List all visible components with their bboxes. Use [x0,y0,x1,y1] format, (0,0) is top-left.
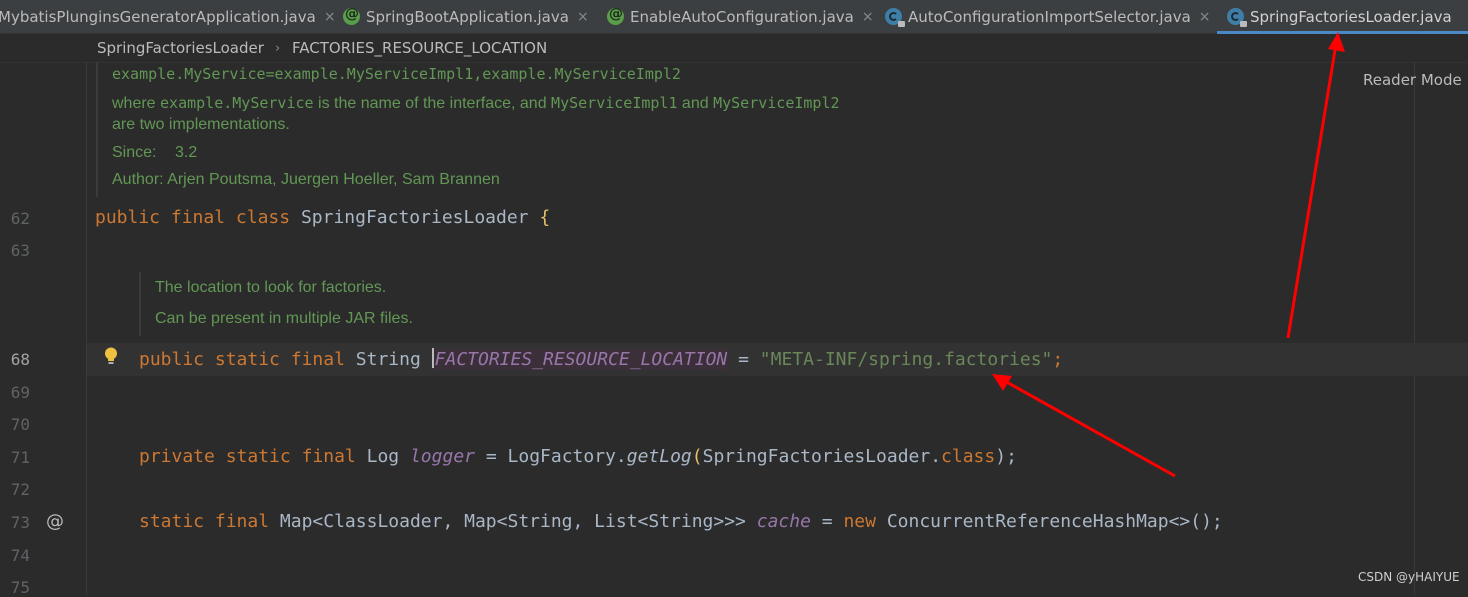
tab-mybatis-generator-application[interactable]: MybatisPlunginsGeneratorApplication.java… [0,0,336,33]
doc-where-line: where example.MyService is the name of t… [112,94,840,112]
tab-spring-factories-loader[interactable]: SpringFactoriesLoader.java [1227,0,1452,33]
tab-spring-boot-application[interactable]: SpringBootApplication.java × [343,0,589,33]
tab-label: SpringBootApplication.java [366,7,569,26]
gutter-separator [86,62,87,595]
doc-comment-bar [96,62,98,197]
reader-mode-toggle[interactable]: Reader Mode [1363,71,1462,89]
class-icon [885,8,905,27]
line-number: 62 [10,209,30,228]
breadcrumb: SpringFactoriesLoader › FACTORIES_RESOUR… [0,34,1468,63]
line-number: 63 [10,241,30,260]
arrow-to-string [992,374,1176,478]
arrow-to-tab [1286,32,1345,339]
line-number: 74 [10,546,30,565]
doc-since-label: Since: [112,144,157,161]
code-line-cache: static final Map<ClassLoader, Map<String… [139,511,1223,532]
breadcrumb-item-class[interactable]: SpringFactoriesLoader [97,39,264,57]
watermark: CSDN @yHAIYUE [1358,570,1460,584]
tab-auto-configuration-import-selector[interactable]: AutoConfigurationImportSelector.java × [885,0,1211,33]
code-line-factories-resource-location[interactable]: public static final String FACTORIES_RES… [139,348,1063,370]
tab-label: EnableAutoConfiguration.java [630,7,854,26]
tab-label: AutoConfigurationImportSelector.java [908,7,1191,26]
doc-field-line1: The location to look for factories. [155,279,387,296]
line-number: 70 [10,415,30,434]
close-icon[interactable]: × [862,9,874,25]
doc-author: Author: Arjen Poutsma, Juergen Hoeller, … [112,171,500,188]
annotation-arrows [992,32,1345,478]
editor-tab-bar: MybatisPlunginsGeneratorApplication.java… [0,0,1468,34]
doc-example-line: example.MyService=example.MyServiceImpl1… [112,65,681,83]
code-line-class-declaration: public final class SpringFactoriesLoader… [95,207,551,228]
class-icon [1227,8,1247,27]
spring-annotation-icon [607,6,624,25]
lightbulb-icon[interactable] [104,347,118,365]
close-icon[interactable]: × [577,9,589,25]
close-icon[interactable]: × [1199,9,1211,25]
tab-label: SpringFactoriesLoader.java [1250,7,1452,26]
line-number: 72 [10,480,30,499]
code-line-logger: private static final Log logger = LogFac… [139,446,1017,467]
doc-comment-bar [139,272,141,336]
line-number: 75 [10,578,30,597]
tab-enable-auto-configuration[interactable]: EnableAutoConfiguration.java × [607,0,874,33]
line-number: 73 [10,513,30,532]
doc-since-value: 3.2 [175,144,198,161]
text-caret [431,348,434,368]
breadcrumb-item-field[interactable]: FACTORIES_RESOURCE_LOCATION [292,39,547,57]
right-margin-guide [1414,62,1415,595]
tab-label: MybatisPlunginsGeneratorApplication.java [0,7,316,26]
line-number: 71 [10,448,30,467]
chevron-right-icon: › [275,41,281,56]
doc-where-line2: are two implementations. [112,116,290,133]
line-number: 68 [10,350,30,369]
doc-field-line2: Can be present in multiple JAR files. [155,310,413,327]
line-number: 69 [10,383,30,402]
close-icon[interactable]: × [324,9,336,25]
annotation-at-icon[interactable]: @ [46,511,64,532]
spring-annotation-icon [343,6,360,25]
